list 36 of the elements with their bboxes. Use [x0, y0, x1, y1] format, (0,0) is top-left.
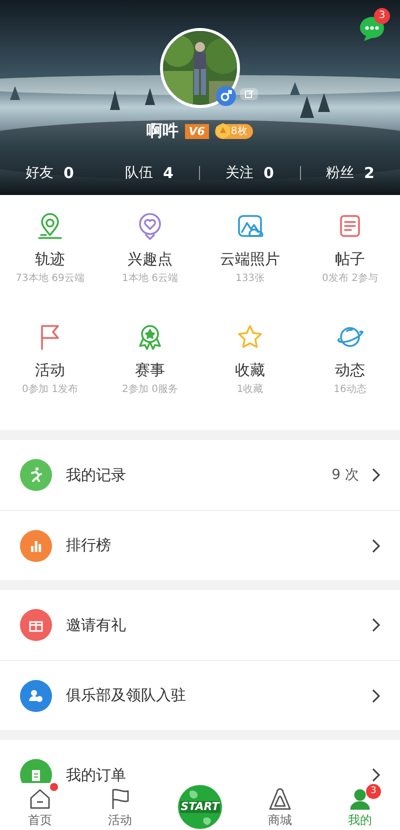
mountain-icon	[268, 787, 292, 811]
feature-tile[interactable]: 轨迹 73本地 69云端	[0, 209, 100, 319]
tab[interactable]: 首页	[0, 783, 80, 830]
tab[interactable]: 活动	[80, 783, 160, 830]
tab[interactable]: 我的 3	[320, 783, 400, 830]
feature-tile[interactable]: 动态 16动态	[300, 320, 400, 430]
home-icon	[28, 787, 52, 811]
start-button[interactable]: START	[160, 783, 240, 830]
feature-tile[interactable]: 收藏 1收藏	[200, 320, 300, 430]
photo-icon	[236, 212, 264, 240]
chevron-icon	[371, 618, 380, 632]
chevron-icon	[371, 538, 380, 552]
menu-row[interactable]: 邀请有礼	[0, 590, 400, 660]
menu-row[interactable]: 我的记录 9 次	[0, 440, 400, 510]
notification-badge: 3	[366, 784, 381, 799]
feature-tile[interactable]: 云端照片 133张	[200, 209, 300, 319]
gift-icon	[20, 609, 52, 641]
menu-row[interactable]: 我的订单	[0, 740, 400, 783]
feature-tile[interactable]: 帖子 0发布 2参与	[300, 209, 400, 319]
run-icon	[20, 459, 52, 491]
feature-tile[interactable]: 活动 0参加 1发布	[0, 320, 100, 430]
tab[interactable]: 商城	[240, 783, 320, 830]
chart-icon	[20, 530, 52, 562]
user-icon	[348, 787, 372, 811]
pin-icon	[36, 212, 64, 240]
menu-row[interactable]: 俱乐部及领队入驻	[0, 660, 400, 730]
feature-tile[interactable]: 赛事 2参加 0服务	[100, 320, 200, 430]
chevron-icon	[371, 768, 380, 782]
chevron-icon	[371, 688, 380, 702]
feature-tile[interactable]: 兴趣点 1本地 6云端	[100, 209, 200, 319]
chevron-icon	[371, 468, 380, 482]
menu-row[interactable]: 排行榜	[0, 510, 400, 580]
star-icon	[236, 322, 264, 350]
medal-icon	[136, 322, 164, 350]
heart-pin-icon	[136, 212, 164, 240]
club-icon	[20, 680, 52, 712]
